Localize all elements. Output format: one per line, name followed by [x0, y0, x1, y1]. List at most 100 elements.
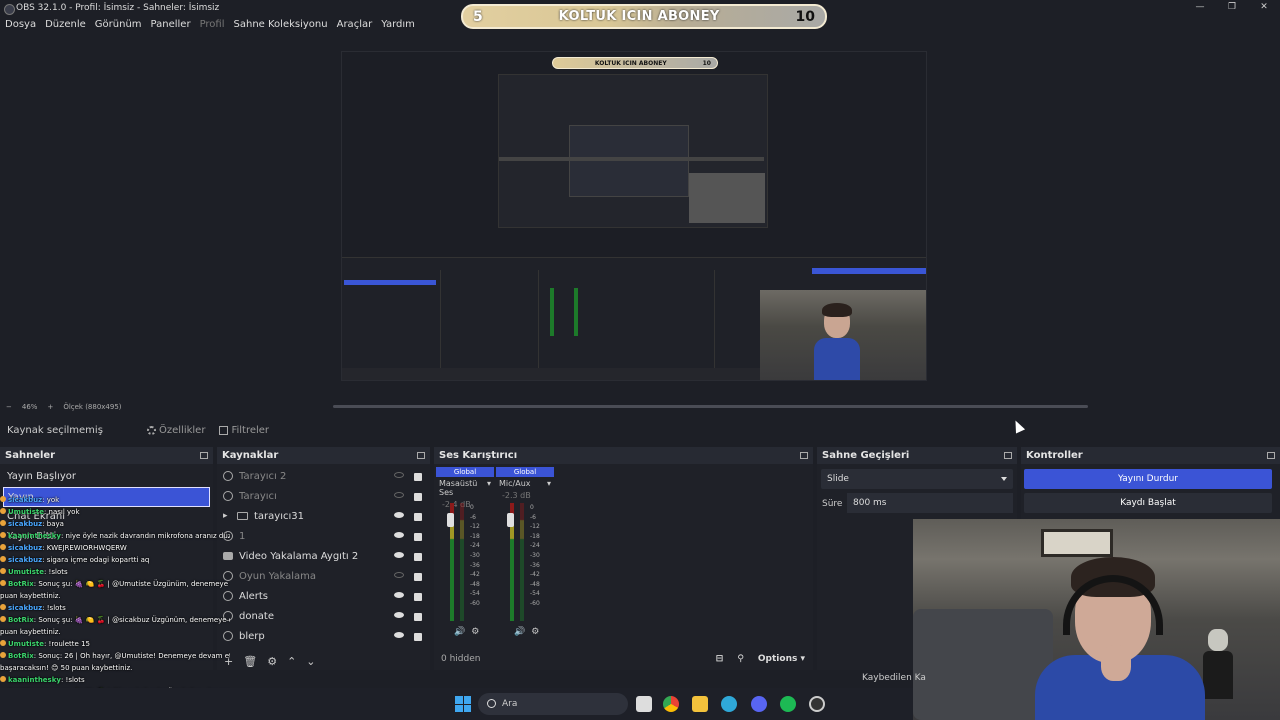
- undock-icon[interactable]: [1004, 452, 1012, 459]
- undock-icon[interactable]: [417, 452, 425, 459]
- gear-icon[interactable]: ⚙: [267, 655, 277, 668]
- scene-item[interactable]: Chat Ekranı: [0, 507, 213, 527]
- volume-slider[interactable]: [507, 513, 514, 527]
- nested-scene-selected: [344, 280, 436, 285]
- eye-hidden-icon[interactable]: [394, 572, 404, 578]
- scene-item[interactable]: Yayın Bitti: [0, 527, 213, 547]
- source-item[interactable]: 1: [217, 526, 430, 546]
- lock-icon[interactable]: [414, 513, 422, 521]
- spotify-icon[interactable]: [780, 696, 796, 712]
- eye-icon[interactable]: [394, 512, 404, 518]
- lock-icon[interactable]: [414, 633, 422, 641]
- transition-select[interactable]: Slide: [821, 469, 1013, 489]
- preview-canvas[interactable]: KOLTUK ICIN ABONEY 10: [341, 51, 927, 381]
- source-item[interactable]: Tarayıcı: [217, 486, 430, 506]
- source-item[interactable]: Video Yakalama Aygıtı 2: [217, 546, 430, 566]
- eye-icon[interactable]: [394, 612, 404, 618]
- speaker-icon[interactable]: 🔊: [454, 627, 465, 637]
- preview-area[interactable]: KOLTUK ICIN ABONEY 10: [0, 34, 1280, 399]
- undock-icon[interactable]: [200, 452, 208, 459]
- chevron-down-icon[interactable]: ▾: [487, 479, 491, 497]
- chevron-down-icon[interactable]: ▾: [547, 479, 551, 488]
- mixer-options-button[interactable]: Options ▾: [758, 654, 805, 664]
- task-view-icon[interactable]: [636, 696, 652, 712]
- move-down-icon[interactable]: ⌄: [306, 655, 315, 668]
- nested-webcam: [689, 173, 765, 223]
- lock-icon[interactable]: [414, 493, 422, 501]
- chat-text: : !slots: [60, 676, 85, 684]
- channel-name[interactable]: Mic/Aux ▾: [496, 479, 554, 488]
- nested-col-2: [538, 270, 539, 380]
- chrome-icon[interactable]: [663, 696, 679, 712]
- menu-file[interactable]: Dosya: [5, 19, 42, 30]
- settings-icon[interactable]: ⚙: [531, 627, 539, 637]
- source-item[interactable]: Oyun Yakalama: [217, 566, 430, 586]
- obs-icon[interactable]: [809, 696, 825, 712]
- menu-scene-collection[interactable]: Sahne Koleksiyonu: [234, 19, 334, 30]
- duration-input[interactable]: 800 ms: [847, 493, 1013, 513]
- filters-button[interactable]: Filtreler: [219, 425, 269, 436]
- source-item[interactable]: donate: [217, 606, 430, 626]
- lock-icon[interactable]: [414, 553, 422, 561]
- discord-icon[interactable]: [751, 696, 767, 712]
- stop-streaming-button[interactable]: Yayını Durdur: [1024, 469, 1272, 489]
- windows-start-icon[interactable]: [455, 696, 471, 712]
- menu-view[interactable]: Görünüm: [95, 19, 148, 30]
- source-name: tarayıcı31: [254, 510, 304, 522]
- settings-icon[interactable]: ⚙: [471, 627, 479, 637]
- source-item[interactable]: Tarayıcı 2: [217, 466, 430, 486]
- eye-icon[interactable]: [394, 632, 404, 638]
- undock-icon[interactable]: [800, 452, 808, 459]
- goal-current: 5: [473, 8, 483, 25]
- eye-hidden-icon[interactable]: [394, 492, 404, 498]
- meter-left: [507, 503, 514, 621]
- volume-slider[interactable]: [447, 513, 454, 527]
- speaker-icon[interactable]: 🔊: [514, 627, 525, 637]
- eye-icon[interactable]: [394, 552, 404, 558]
- trash-icon[interactable]: 🗑: [243, 655, 257, 668]
- link-icon[interactable]: ⚲: [737, 654, 744, 664]
- chevron-right-icon[interactable]: ▸: [223, 511, 233, 521]
- layout-icon[interactable]: ⊟: [716, 654, 724, 664]
- start-recording-button[interactable]: Kaydı Başlat: [1024, 493, 1272, 513]
- source-item[interactable]: blerp: [217, 626, 430, 646]
- close-button[interactable]: ✕: [1248, 0, 1280, 14]
- folder-icon[interactable]: [692, 696, 708, 712]
- taskbar-search[interactable]: Ara: [478, 693, 628, 715]
- scenes-dock: Sahneler Yayın Başlıyor Yayın Chat Ekran…: [0, 447, 213, 670]
- zoom-out-icon[interactable]: −: [6, 403, 12, 411]
- eye-hidden-icon[interactable]: [394, 472, 404, 478]
- eye-icon[interactable]: [394, 532, 404, 538]
- controls-title: Kontroller: [1026, 450, 1083, 461]
- streamer: [1035, 557, 1205, 720]
- menu-tools[interactable]: Araçlar: [337, 19, 379, 30]
- preview-scrollbar[interactable]: [333, 405, 1088, 408]
- scale-label[interactable]: Ölçek (880x495): [63, 403, 121, 411]
- move-up-icon[interactable]: ⌃: [287, 655, 296, 668]
- scene-item-selected[interactable]: Yayın: [3, 487, 210, 507]
- lock-icon[interactable]: [414, 613, 422, 621]
- channel-name-label: Masaüstü Ses: [439, 479, 478, 497]
- menu-profile[interactable]: Profil: [200, 19, 231, 30]
- lock-icon[interactable]: [414, 533, 422, 541]
- lock-icon[interactable]: [414, 573, 422, 581]
- zoom-in-icon[interactable]: +: [47, 403, 53, 411]
- minimize-button[interactable]: —: [1184, 0, 1216, 14]
- channel-name[interactable]: Masaüstü Ses ▾: [436, 479, 494, 497]
- eye-icon[interactable]: [394, 592, 404, 598]
- maximize-button[interactable]: ❐: [1216, 0, 1248, 14]
- lock-icon[interactable]: [414, 593, 422, 601]
- add-icon[interactable]: +: [224, 655, 233, 668]
- edge-icon[interactable]: [721, 696, 737, 712]
- menu-edit[interactable]: Düzenle: [45, 19, 92, 30]
- undock-icon[interactable]: [1267, 452, 1275, 459]
- scene-item[interactable]: Yayın Başlıyor: [0, 467, 213, 487]
- menu-help[interactable]: Yardım: [381, 19, 421, 30]
- nested-col-3: [714, 270, 715, 380]
- menu-docks[interactable]: Paneller: [151, 19, 197, 30]
- chat-username: kaaninthesky: [8, 676, 61, 684]
- properties-button[interactable]: Özellikler: [147, 425, 205, 436]
- source-item[interactable]: ▸ tarayıcı31: [217, 506, 430, 526]
- lock-icon[interactable]: [414, 473, 422, 481]
- source-item[interactable]: Alerts: [217, 586, 430, 606]
